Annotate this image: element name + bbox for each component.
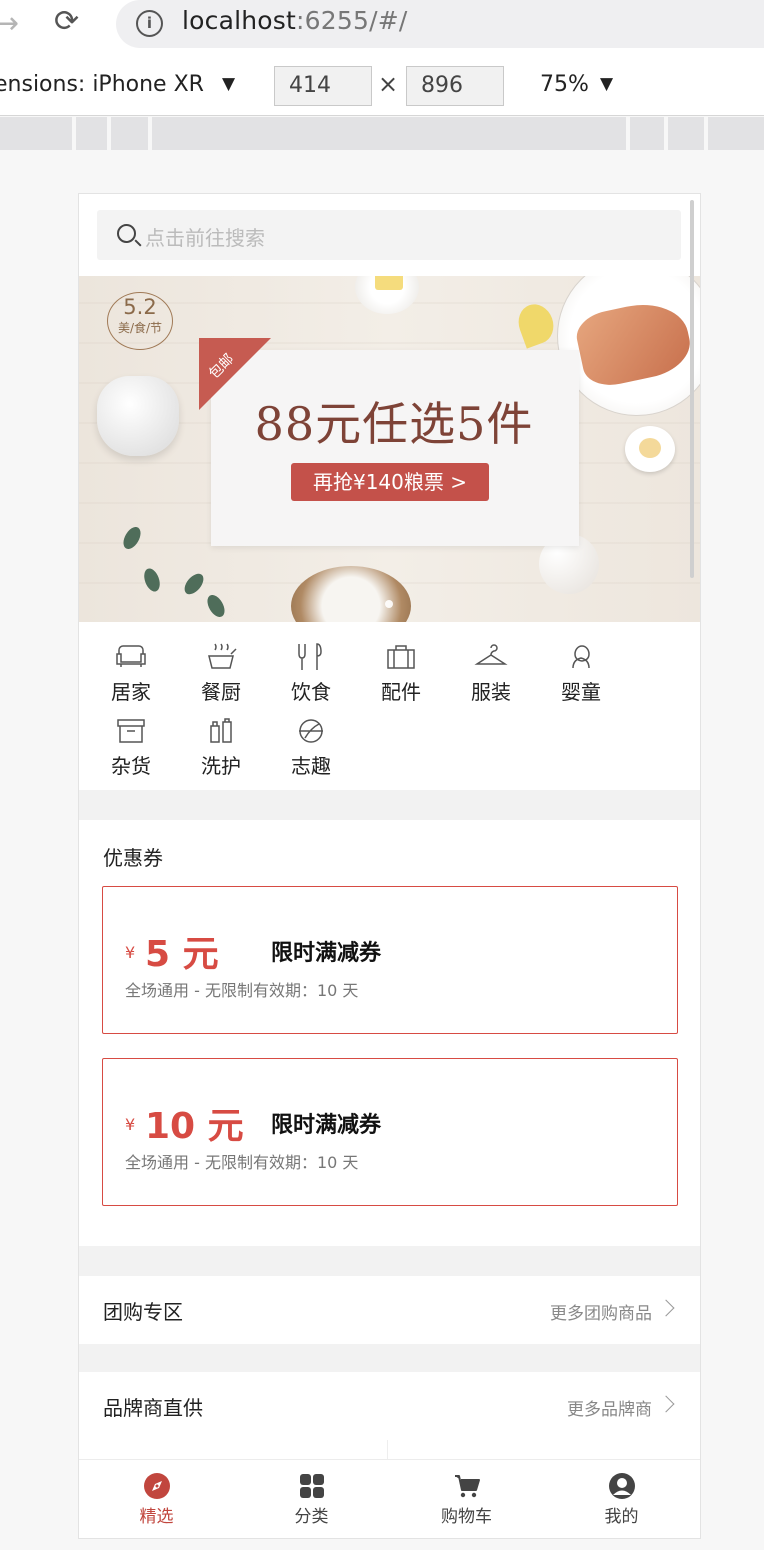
festival-badge: 5.2 美/食/节 [107, 292, 173, 350]
ruler-tick [704, 117, 708, 150]
info-icon[interactable]: i [136, 10, 163, 37]
egg-dish-image [625, 426, 675, 472]
tab-profile[interactable]: 我的 [544, 1460, 699, 1538]
compass-icon [143, 1473, 170, 1499]
height-input[interactable]: 896 [406, 66, 504, 106]
coupon-amount: 10 元 [145, 1106, 244, 1147]
flour-bowl-image [291, 566, 411, 622]
leaf-image [203, 592, 229, 620]
coupon-description: 全场通用 - 无限制有效期：10 天 [125, 1153, 359, 1172]
section-divider [79, 1246, 700, 1276]
category-item-food[interactable]: 饮食 [276, 640, 346, 705]
leaf-image [119, 524, 145, 552]
promo-banner[interactable]: 5.2 美/食/节 包邮 88元任选5件 再抢¥140粮票 > [79, 276, 700, 622]
hanger-icon [474, 644, 508, 665]
tab-category[interactable]: 分类 [234, 1460, 389, 1538]
brand-more-link[interactable]: 更多品牌商 [567, 1395, 652, 1420]
device-dropdown-icon[interactable]: ▼ [222, 74, 235, 94]
pot-icon [208, 643, 237, 669]
ruler-tick [626, 117, 630, 150]
grid-icon [299, 1474, 324, 1498]
width-input[interactable]: 414 [274, 66, 372, 106]
box-icon [117, 719, 145, 743]
tab-cart[interactable]: 购物车 [389, 1460, 544, 1538]
leaf-image [180, 570, 208, 598]
group-buy-title: 团购专区 [103, 1300, 183, 1324]
mobile-viewport: 点击前往搜索 5.2 美/食/节 包邮 88元任选5件 再抢¥140粮票 > 居… [78, 193, 701, 1539]
search-icon [117, 224, 136, 243]
category-item-care[interactable]: 洗护 [186, 714, 256, 779]
coupon-title: 限时满减券 [271, 941, 382, 966]
media-query-ruler [0, 117, 764, 150]
url-text: localhost:6255/#/ [182, 6, 408, 35]
promo-headline: 88元任选5件 [254, 397, 534, 451]
leaf-image [141, 566, 163, 594]
coupon-card[interactable]: ¥ 10 元 限时满减券 全场通用 - 无限制有效期：10 天 [102, 1058, 678, 1206]
lemon-image [513, 299, 559, 349]
browser-toolbar: → ⟳ i localhost:6255/#/ [0, 0, 764, 56]
tab-featured[interactable]: 精选 [79, 1460, 234, 1538]
section-divider [79, 1344, 700, 1372]
category-item-baby[interactable]: 婴童 [546, 640, 616, 705]
chevron-right-icon[interactable] [657, 1395, 675, 1413]
coupon-title: 限时满减券 [271, 1113, 382, 1138]
category-item-clothing[interactable]: 服装 [456, 640, 526, 705]
group-buy-more-link[interactable]: 更多团购商品 [550, 1299, 652, 1324]
user-icon [608, 1473, 635, 1499]
search-bar[interactable]: 点击前往搜索 [97, 210, 681, 260]
bottles-icon [210, 718, 232, 743]
coupon-section-title: 优惠券 [103, 846, 163, 870]
section-divider [79, 790, 700, 820]
suitcase-icon [387, 645, 415, 669]
zoom-dropdown-icon[interactable]: ▼ [600, 74, 613, 94]
coupon-section: 优惠券 ¥ 5 元 限时满减券 全场通用 - 无限制有效期：10 天 ¥ 10 … [79, 820, 700, 1246]
carousel-indicator[interactable] [385, 600, 393, 608]
bottom-tab-bar: 精选 分类 购物车 我的 [79, 1459, 700, 1538]
brand-section[interactable]: 品牌商直供 更多品牌商 [79, 1372, 700, 1440]
device-select[interactable]: ensions: iPhone XR [0, 72, 204, 97]
promo-cta-button[interactable]: 再抢¥140粮票 > [291, 463, 489, 501]
category-item-home[interactable]: 居家 [96, 640, 166, 705]
coupon-amount: 5 元 [145, 934, 219, 975]
category-grid: 居家 餐厨 饮食 配件 服装 婴童 杂货 洗护 志趣 [79, 624, 700, 790]
zoom-select[interactable]: 75% [540, 72, 589, 97]
device-toolbar: ensions: iPhone XR ▼ 414 × 896 75% ▼ [0, 56, 764, 116]
coupon-currency: ¥ [125, 1115, 136, 1134]
ruler-tick [148, 117, 152, 150]
category-item-goods[interactable]: 杂货 [96, 714, 166, 779]
times-label: × [378, 70, 399, 98]
teapot-image [97, 376, 179, 456]
category-item-kitchen[interactable]: 餐厨 [186, 640, 256, 705]
globe-icon [299, 719, 323, 743]
reload-icon[interactable]: ⟳ [54, 4, 79, 39]
coupon-currency: ¥ [125, 943, 136, 962]
coupon-description: 全场通用 - 无限制有效期：10 天 [125, 981, 359, 1000]
group-buy-section[interactable]: 团购专区 更多团购商品 [79, 1276, 700, 1344]
coupon-card[interactable]: ¥ 5 元 限时满减券 全场通用 - 无限制有效期：10 天 [102, 886, 678, 1034]
sofa-icon [116, 645, 146, 667]
cart-icon [454, 1475, 480, 1498]
child-icon [572, 645, 590, 669]
scrollbar[interactable] [690, 200, 694, 578]
brand-title: 品牌商直供 [103, 1396, 203, 1420]
search-placeholder: 点击前往搜索 [145, 226, 265, 250]
category-item-interest[interactable]: 志趣 [276, 714, 346, 779]
category-item-accessories[interactable]: 配件 [366, 640, 436, 705]
forward-arrow-icon[interactable]: → [0, 6, 19, 41]
ruler-tick [72, 117, 76, 150]
ruler-tick [664, 117, 668, 150]
address-bar[interactable]: i localhost:6255/#/ [116, 0, 764, 48]
ruler-tick [107, 117, 111, 150]
utensils-icon [298, 643, 322, 670]
chevron-right-icon[interactable] [657, 1299, 675, 1317]
butter-dish-image [355, 276, 419, 314]
